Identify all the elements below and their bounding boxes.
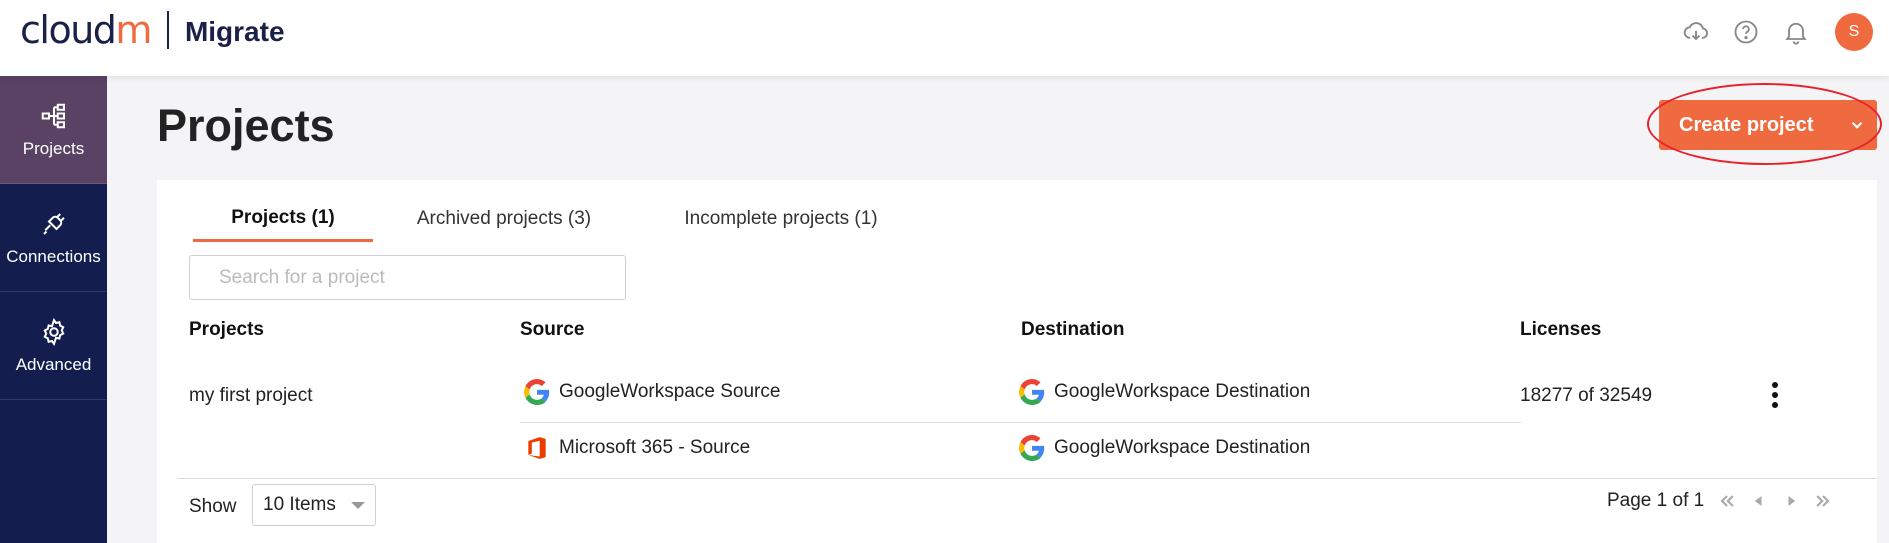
project-tabs: Projects (1) Archived projects (3) Incom… bbox=[193, 196, 927, 242]
source-name: GoogleWorkspace Source bbox=[559, 381, 781, 402]
sidebar-item-label: Connections bbox=[6, 246, 101, 266]
source-name: Microsoft 365 - Source bbox=[559, 437, 751, 458]
cloud-download-icon[interactable] bbox=[1681, 17, 1711, 47]
cloudm-logo[interactable]: cloudm Migrate bbox=[20, 8, 285, 52]
destination-name: GoogleWorkspace Destination bbox=[1054, 381, 1311, 402]
sidebar-item-advanced[interactable]: Advanced bbox=[0, 292, 107, 400]
first-page-icon[interactable] bbox=[1712, 486, 1742, 516]
page-indicator: Page 1 of 1 bbox=[1607, 490, 1705, 511]
chevron-down-icon[interactable] bbox=[1837, 116, 1877, 134]
create-project-label: Create project bbox=[1679, 113, 1814, 136]
logo-wordmark: cloudm bbox=[20, 8, 152, 52]
table-row: GoogleWorkspace Destination bbox=[1019, 432, 1310, 464]
top-header: cloudm Migrate S bbox=[0, 0, 1889, 76]
column-header-destination: Destination bbox=[1021, 319, 1125, 340]
table-divider bbox=[177, 478, 1877, 479]
destination-name: GoogleWorkspace Destination bbox=[1054, 437, 1311, 458]
user-avatar[interactable]: S bbox=[1835, 13, 1873, 51]
tab-archived-projects[interactable]: Archived projects (3) bbox=[373, 196, 635, 242]
bell-icon[interactable] bbox=[1781, 17, 1811, 47]
header-actions: S bbox=[1681, 0, 1889, 64]
sidebar-item-connections[interactable]: Connections bbox=[0, 184, 107, 292]
next-page-icon[interactable] bbox=[1776, 486, 1806, 516]
page-title: Projects bbox=[157, 100, 335, 151]
plug-icon bbox=[42, 212, 65, 235]
tab-projects[interactable]: Projects (1) bbox=[193, 196, 373, 242]
table-row: GoogleWorkspace Destination bbox=[1019, 376, 1310, 408]
sidebar-item-projects[interactable]: Projects bbox=[0, 76, 107, 184]
product-name: Migrate bbox=[184, 16, 285, 47]
create-project-button[interactable]: Create project bbox=[1659, 100, 1877, 150]
sidebar-item-label: Advanced bbox=[15, 354, 92, 374]
column-header-source: Source bbox=[520, 319, 585, 340]
google-icon bbox=[1019, 379, 1045, 405]
google-icon bbox=[1019, 435, 1045, 461]
page-size-select[interactable]: 10 Items bbox=[252, 484, 376, 526]
pagination: Page 1 of 1 bbox=[1607, 486, 1838, 516]
row-divider bbox=[520, 422, 1521, 423]
table-row: GoogleWorkspace Source bbox=[524, 376, 780, 408]
office-icon bbox=[528, 437, 546, 459]
search-input[interactable] bbox=[189, 255, 626, 300]
projects-card: Projects (1) Archived projects (3) Incom… bbox=[157, 180, 1877, 543]
help-icon[interactable] bbox=[1731, 17, 1761, 47]
project-name-link[interactable]: my first project bbox=[189, 380, 313, 412]
show-label: Show bbox=[189, 496, 237, 517]
licenses-value: 18277 of 32549 bbox=[1520, 385, 1653, 406]
last-page-icon[interactable] bbox=[1808, 486, 1838, 516]
more-options-icon[interactable] bbox=[1763, 378, 1787, 412]
google-icon bbox=[524, 379, 550, 405]
column-header-projects: Projects bbox=[189, 319, 264, 340]
gear-icon bbox=[42, 317, 65, 346]
sidebar-item-label: Projects bbox=[22, 138, 85, 158]
table-row: Microsoft 365 - Source bbox=[524, 432, 750, 464]
sidebar: Projects Connections Advanced bbox=[0, 76, 107, 543]
logo-divider bbox=[166, 11, 169, 49]
tab-incomplete-projects[interactable]: Incomplete projects (1) bbox=[635, 196, 927, 242]
previous-page-icon[interactable] bbox=[1744, 486, 1774, 516]
column-header-licenses: Licenses bbox=[1520, 319, 1602, 340]
page-size-value: 10 Items bbox=[263, 494, 336, 515]
caret-down-icon bbox=[351, 502, 365, 509]
hierarchy-icon bbox=[41, 103, 65, 128]
